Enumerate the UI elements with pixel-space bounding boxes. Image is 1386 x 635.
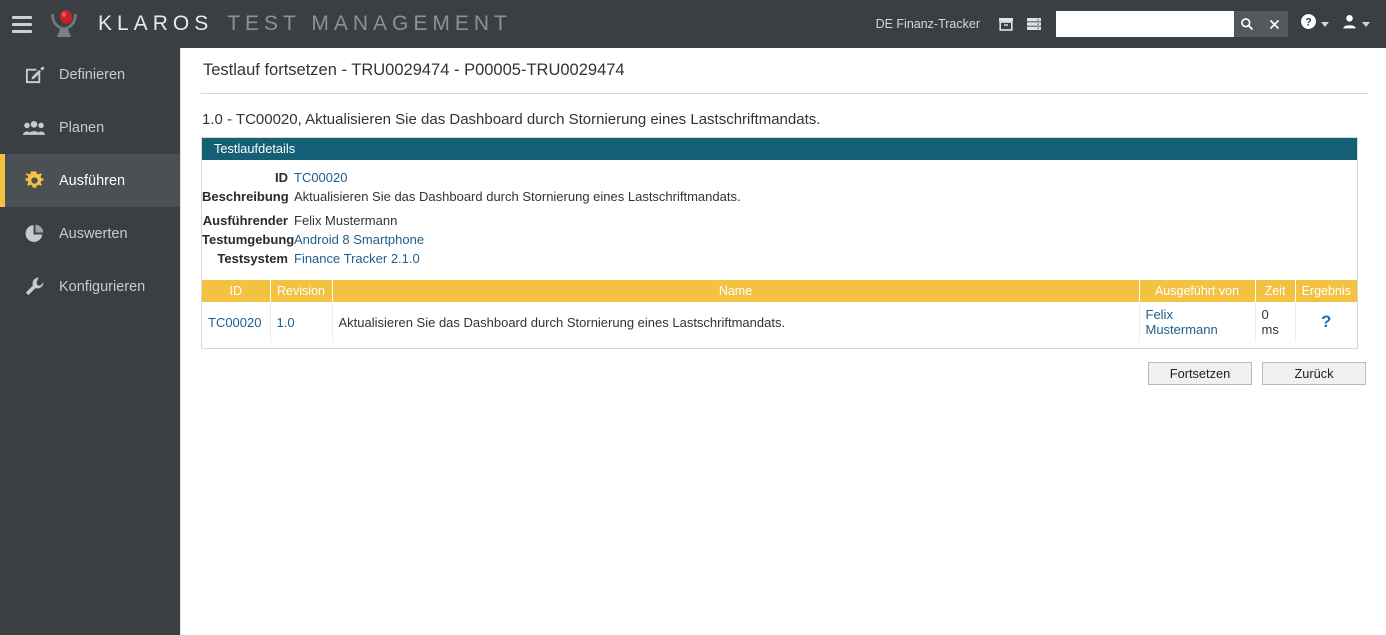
form-action-buttons: Fortsetzen Zurück	[181, 362, 1366, 385]
detail-row-beschreibung: Beschreibung Aktualisieren Sie das Dashb…	[202, 187, 1357, 206]
sidebar-item-label: Konfigurieren	[59, 278, 146, 295]
cell-result: ?	[1295, 302, 1357, 342]
detail-value-description: Aktualisieren Sie das Dashboard durch St…	[294, 189, 741, 204]
sidebar-item-definieren[interactable]: Definieren	[0, 48, 180, 101]
detail-label: Beschreibung	[202, 189, 289, 204]
detail-value-id[interactable]: TC00020	[294, 168, 347, 187]
teststeps-table: ID Revision Name Ausgeführt von Zeit Erg…	[202, 280, 1357, 342]
close-x-icon[interactable]	[1260, 11, 1288, 37]
main-content-area: Testlauf fortsetzen - TRU0029474 - P0000…	[180, 48, 1386, 635]
archive-box-icon[interactable]	[992, 9, 1020, 39]
sidebar-item-konfigurieren[interactable]: Konfigurieren	[0, 260, 180, 313]
cell-name: Aktualisieren Sie das Dashboard durch St…	[332, 302, 1140, 342]
detail-row-ausfuehrender: Ausführender Felix Mustermann	[202, 211, 1357, 230]
search-icon[interactable]	[1234, 11, 1260, 37]
sidebar-item-label: Planen	[59, 119, 105, 136]
question-mark-unknown-icon: ?	[1321, 312, 1332, 331]
cell-time: 0 ms	[1255, 302, 1296, 342]
panel-body: ID TC00020 Beschreibung Aktualisieren Si…	[202, 160, 1357, 348]
detail-row-testsystem: Testsystem Finance Tracker 2.1.0	[202, 249, 1357, 268]
user-avatar-icon	[1341, 13, 1358, 35]
page-title: Testlauf fortsetzen - TRU0029474 - P0000…	[203, 61, 625, 79]
sidebar-item-label: Definieren	[59, 66, 126, 83]
gear-icon	[23, 170, 45, 192]
detail-label: Testsystem	[217, 251, 288, 266]
search-input[interactable]	[1056, 11, 1234, 37]
help-menu-button[interactable]: ?	[1294, 13, 1335, 35]
sidebar-item-auswerten[interactable]: Auswerten	[0, 207, 180, 260]
detail-value-executor: Felix Mustermann	[294, 213, 398, 228]
detail-value-system[interactable]: Finance Tracker 2.1.0	[294, 249, 420, 268]
sidebar-item-ausfuehren[interactable]: Ausführen	[0, 154, 180, 207]
cell-revision[interactable]: 1.0	[270, 302, 333, 342]
cell-id[interactable]: TC00020	[202, 302, 271, 342]
hamburger-menu-icon[interactable]	[0, 0, 44, 48]
detail-label: Testumgebung	[202, 232, 295, 247]
hamburger-line	[12, 15, 32, 19]
column-header-executed-by[interactable]: Ausgeführt von	[1139, 280, 1256, 302]
continue-button[interactable]: Fortsetzen	[1148, 362, 1252, 385]
hamburger-line	[12, 22, 32, 26]
user-menu-button[interactable]	[1335, 13, 1376, 35]
sidebar-item-label: Ausführen	[59, 172, 126, 189]
global-search	[1056, 11, 1288, 37]
pie-chart-icon	[23, 223, 45, 245]
hamburger-line	[12, 29, 32, 33]
table-header-row: ID Revision Name Ausgeführt von Zeit Erg…	[202, 280, 1357, 302]
brand-title: KLAROS TEST MANAGEMENT	[98, 12, 512, 36]
detail-row-testumgebung: Testumgebung Android 8 Smartphone	[202, 230, 1357, 249]
detail-label: Ausführender	[202, 213, 288, 228]
brand-primary: KLAROS	[98, 12, 214, 35]
back-button[interactable]: Zurück	[1262, 362, 1366, 385]
help-circle-icon: ?	[1300, 13, 1317, 35]
testcase-subtitle: 1.0 - TC00020, Aktualisieren Sie das Das…	[202, 111, 821, 128]
column-header-id[interactable]: ID	[202, 280, 271, 302]
testrun-details-panel: Testlaufdetails ID TC00020 Beschreibung …	[201, 137, 1358, 349]
klaros-logo-icon[interactable]	[44, 0, 84, 48]
users-group-icon	[23, 117, 45, 139]
top-header-bar: KLAROS TEST MANAGEMENT DE Finanz-Tracker	[0, 0, 1386, 48]
header-actions: DE Finanz-Tracker ?	[876, 0, 1386, 48]
column-header-result[interactable]: Ergebnis	[1295, 280, 1357, 302]
current-project-label: DE Finanz-Tracker	[875, 17, 980, 31]
table-row[interactable]: TC00020 1.0 Aktualisieren Sie das Dashbo…	[202, 302, 1357, 342]
sidebar-navigation: Definieren Planen Ausführen Auswerten Ko…	[0, 48, 180, 635]
edit-pencil-icon	[23, 64, 45, 86]
wrench-icon	[23, 276, 45, 298]
chevron-down-icon	[1321, 21, 1329, 27]
column-header-name[interactable]: Name	[332, 280, 1140, 302]
panel-title: Testlaufdetails	[202, 138, 1357, 160]
detail-label: ID	[275, 170, 288, 185]
cell-executed-by[interactable]: Felix Mustermann	[1139, 302, 1256, 342]
column-header-revision[interactable]: Revision	[270, 280, 333, 302]
server-stack-icon[interactable]	[1020, 9, 1048, 39]
detail-row-id: ID TC00020	[202, 168, 1357, 187]
sidebar-item-label: Auswerten	[59, 225, 128, 242]
detail-value-environment[interactable]: Android 8 Smartphone	[294, 230, 424, 249]
chevron-down-icon	[1362, 21, 1370, 27]
brand-secondary: TEST MANAGEMENT	[227, 12, 512, 35]
column-header-time[interactable]: Zeit	[1255, 280, 1296, 302]
svg-text:?: ?	[1305, 16, 1311, 28]
sidebar-item-planen[interactable]: Planen	[0, 101, 180, 154]
